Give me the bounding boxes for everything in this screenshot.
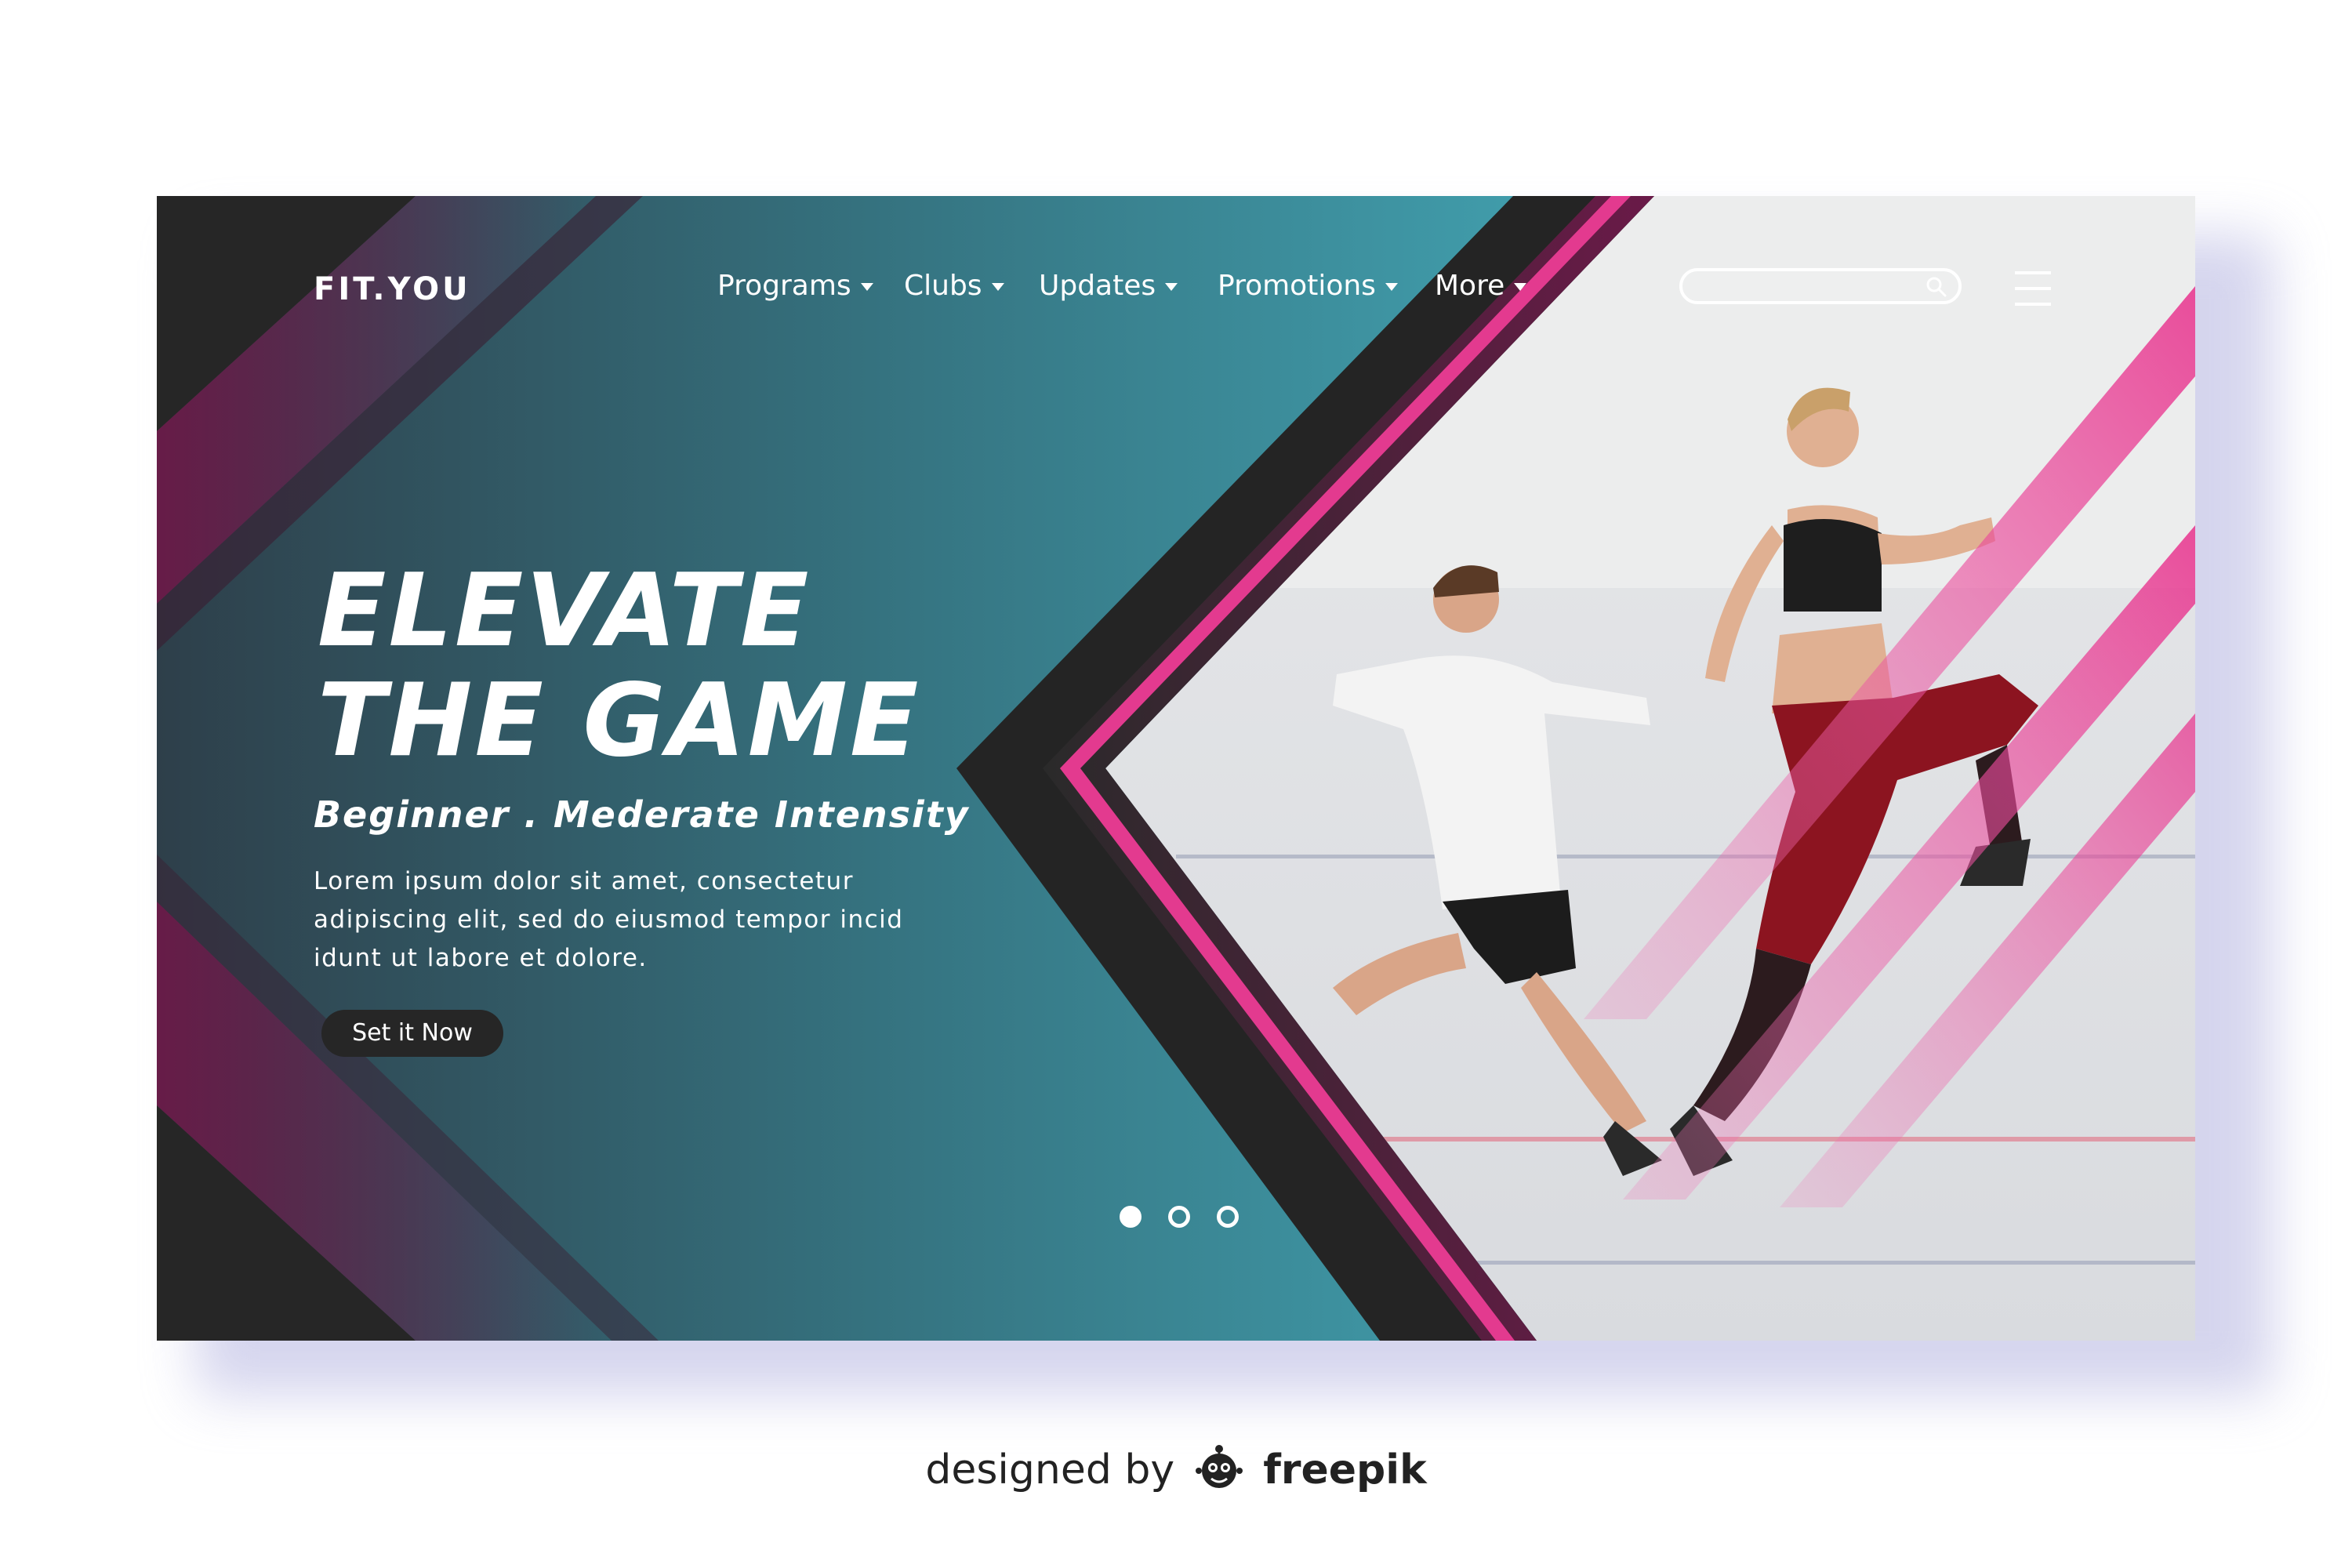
nav-item-label: Clubs [904, 270, 982, 302]
landing-card: FIT.YOU Programs Clubs Updates Promotion… [157, 196, 2195, 1341]
hero-body-text: Lorem ipsum dolor sit amet, consectetur … [314, 867, 904, 972]
search-input[interactable] [1698, 274, 1913, 301]
hamburger-menu-icon[interactable] [2015, 268, 2051, 309]
page: FIT.YOU Programs Clubs Updates Promotion… [0, 0, 2352, 1568]
search-box[interactable] [1679, 268, 1962, 304]
slider-dot-1[interactable] [1120, 1206, 1142, 1228]
logo[interactable]: FIT.YOU [314, 271, 471, 307]
set-it-now-button[interactable]: Set it Now [321, 1010, 503, 1057]
designer-credit: designed by freepik [0, 1443, 2352, 1494]
search-icon[interactable] [1926, 276, 1947, 298]
caret-down-icon [1514, 283, 1527, 291]
nav-item-label: More [1435, 270, 1505, 302]
nav-item-label: Programs [717, 270, 851, 302]
credit-prefix: designed by [925, 1446, 1175, 1494]
nav-item-promotions[interactable]: Promotions [1218, 270, 1398, 302]
hero-subline: Beginner . Mederate Intensity [314, 793, 970, 836]
slider-dot-3[interactable] [1217, 1206, 1239, 1228]
headline-line-2: THE GAME [318, 662, 921, 779]
nav-item-programs[interactable]: Programs [717, 270, 873, 302]
nav-item-clubs[interactable]: Clubs [904, 270, 1004, 302]
nav-item-label: Updates [1039, 270, 1156, 302]
caret-down-icon [1385, 283, 1398, 291]
credit-brand: freepik [1263, 1446, 1427, 1494]
freepik-logo-icon [1195, 1445, 1243, 1488]
headline-line-1: ELEVATE [318, 553, 811, 670]
nav-item-updates[interactable]: Updates [1039, 270, 1178, 302]
nav-item-more[interactable]: More [1435, 270, 1527, 302]
nav-item-label: Promotions [1218, 270, 1376, 302]
slider-dot-2[interactable] [1168, 1206, 1190, 1228]
caret-down-icon [1165, 283, 1178, 291]
hero-headline: ELEVATE THE GAME [318, 557, 920, 776]
caret-down-icon [860, 283, 873, 291]
caret-down-icon [991, 283, 1004, 291]
